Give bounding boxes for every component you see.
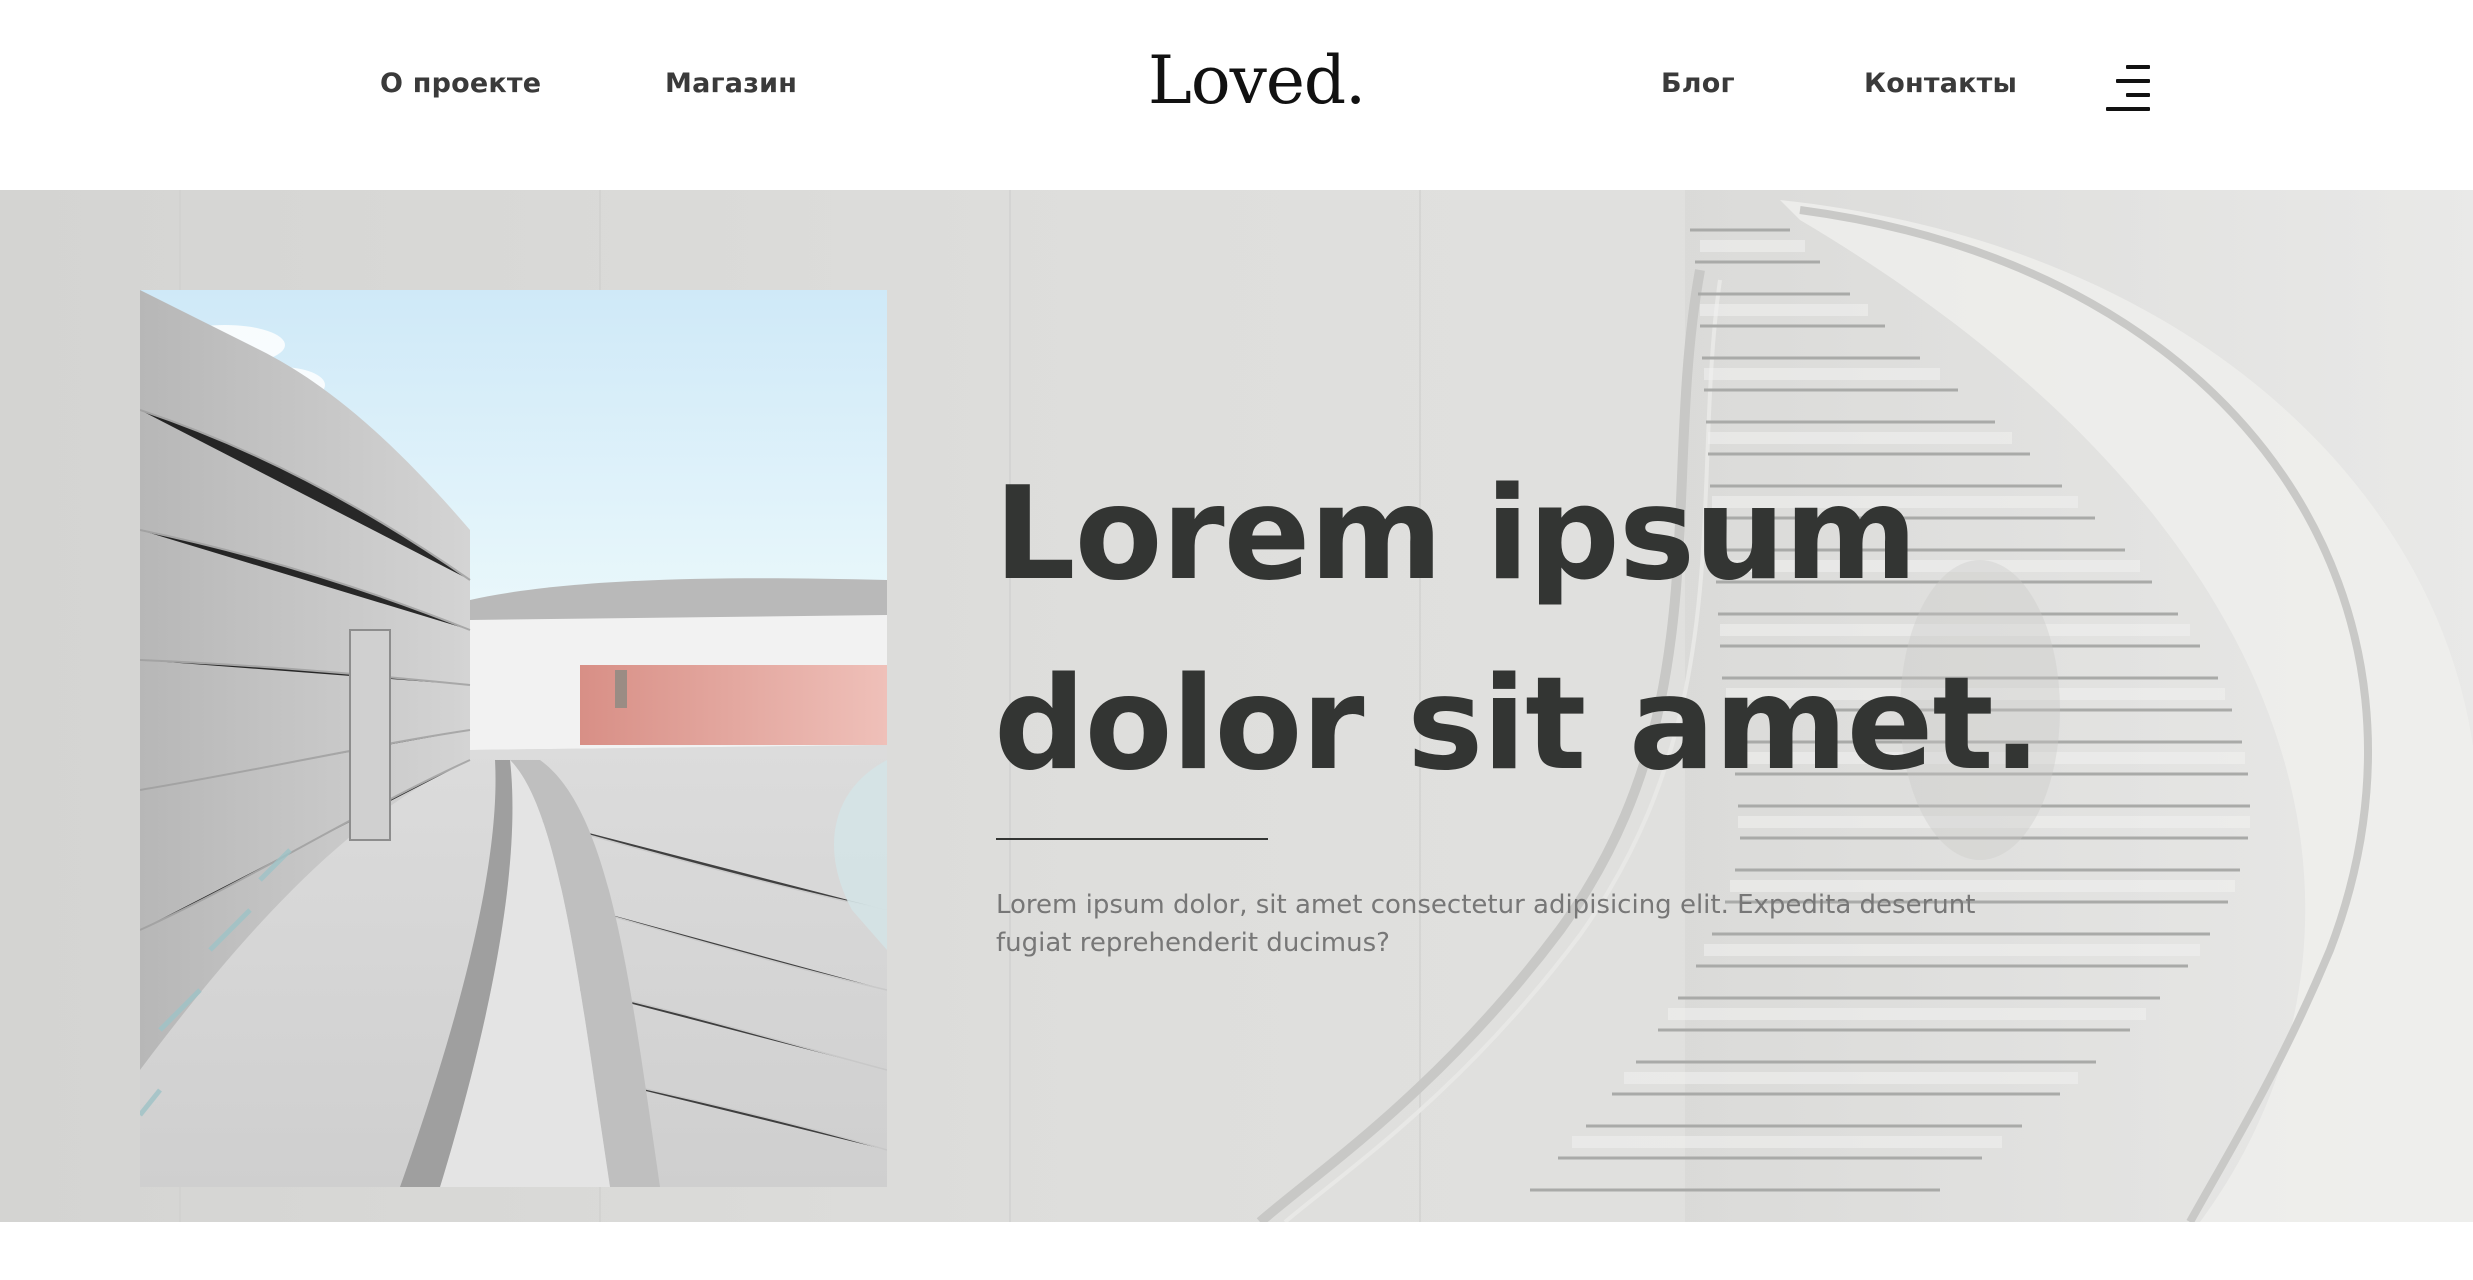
hamburger-menu-icon[interactable] <box>2106 62 2150 112</box>
nav-link-contacts[interactable]: Контакты <box>1864 68 2017 99</box>
hero-title: Lorem ipsum dolor sit amet. <box>994 440 2294 820</box>
hero-description: Lorem ipsum dolor, sit amet consectetur … <box>996 890 1976 958</box>
hero-title-line-1: Lorem ipsum <box>994 460 1918 609</box>
nav-link-about[interactable]: О проекте <box>380 68 541 99</box>
nav-link-shop[interactable]: Магазин <box>665 68 797 99</box>
page-bottom-strip <box>0 1222 2473 1280</box>
site-header: О проекте Магазин Loved. Блог Контакты <box>0 0 2473 190</box>
hero-divider <box>996 838 1268 840</box>
hero-title-line-2: dolor sit amet. <box>994 650 2041 799</box>
architecture-photo <box>140 290 887 1187</box>
hero-section: Lorem ipsum dolor sit amet. Lorem ipsum … <box>0 190 2473 1222</box>
nav-link-blog[interactable]: Блог <box>1661 68 1735 99</box>
site-logo[interactable]: Loved. <box>1148 42 1366 119</box>
